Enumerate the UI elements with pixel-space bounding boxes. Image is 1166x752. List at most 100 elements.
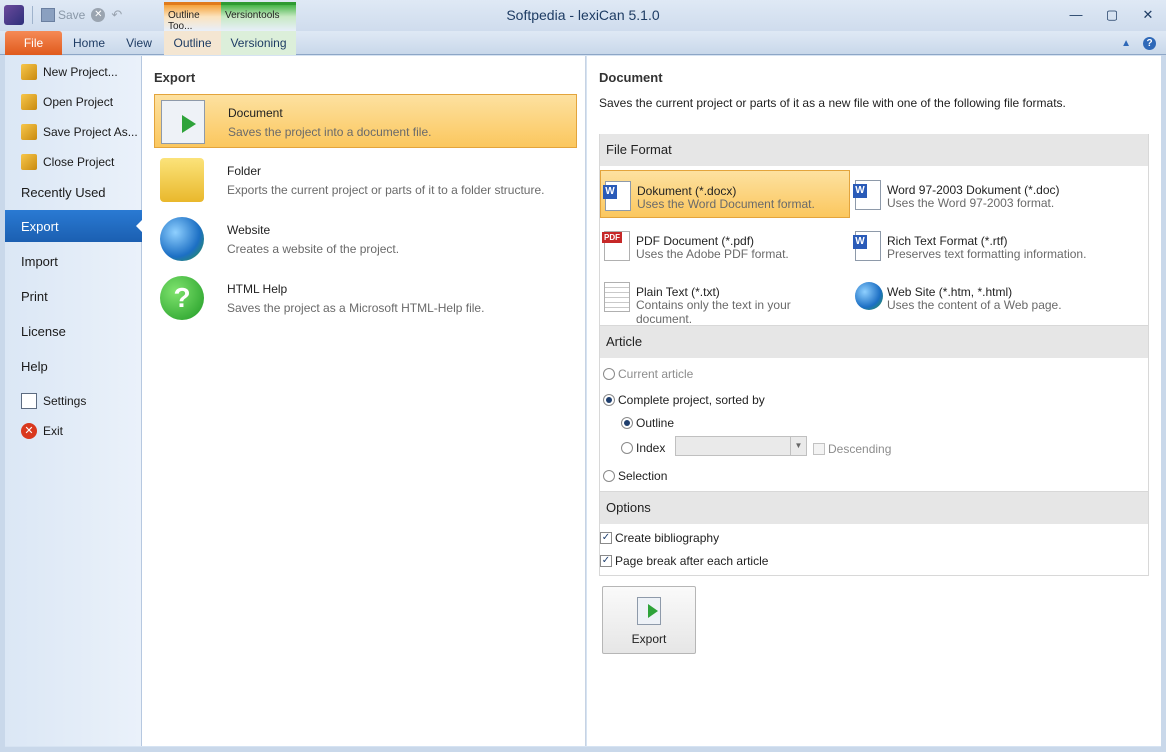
- checkbox-create-bibliography[interactable]: ✓ Create bibliography: [600, 531, 719, 545]
- export-item-desc: Creates a website of the project.: [227, 242, 400, 256]
- export-document-icon: [637, 597, 661, 625]
- format-desc: Uses the Word Document format.: [637, 197, 815, 211]
- checkbox-descending[interactable]: Descending: [813, 442, 891, 456]
- index-dropdown[interactable]: ▼: [675, 436, 807, 456]
- ribbon-right-controls: ▲ ?: [1121, 37, 1156, 50]
- nav-open-project[interactable]: Open Project: [5, 87, 142, 117]
- radio-current-article[interactable]: Current article: [603, 367, 693, 381]
- checkbox: [813, 443, 825, 455]
- radio-button: [603, 394, 615, 406]
- document-panel-title: Document: [599, 70, 663, 85]
- file-format-group: File Format Dokument (*.docx) Uses the W…: [599, 134, 1149, 326]
- format-name: Plain Text (*.txt): [636, 285, 720, 299]
- folder-icon: [160, 158, 204, 202]
- backstage-nav: New Project... Open Project Save Project…: [5, 56, 143, 746]
- radio-complete-project[interactable]: Complete project, sorted by: [603, 393, 765, 407]
- radio-sort-outline[interactable]: Outline: [621, 416, 674, 430]
- radio-button: [603, 368, 615, 380]
- nav-exit[interactable]: ✕ Exit: [5, 416, 142, 446]
- checkbox-label: Create bibliography: [615, 531, 720, 545]
- help-icon[interactable]: ?: [1143, 37, 1156, 50]
- radio-label: Outline: [636, 416, 675, 430]
- format-doc[interactable]: Word 97-2003 Dokument (*.doc) Uses the W…: [851, 170, 1101, 218]
- tab-outline[interactable]: Outline: [164, 31, 221, 55]
- export-item-website[interactable]: Website Creates a website of the project…: [154, 212, 577, 266]
- format-name: Word 97-2003 Dokument (*.doc): [887, 183, 1060, 197]
- rtf-icon: [853, 231, 881, 261]
- format-docx[interactable]: Dokument (*.docx) Uses the Word Document…: [600, 170, 850, 218]
- options-header: Options: [600, 492, 1148, 524]
- radio-button: [621, 417, 633, 429]
- nav-help[interactable]: Help: [5, 350, 142, 382]
- nav-new-project[interactable]: New Project...: [5, 57, 142, 87]
- export-item-document[interactable]: Document Saves the project into a docume…: [154, 94, 577, 148]
- export-panel-title: Export: [154, 70, 196, 85]
- new-project-icon: [21, 64, 37, 80]
- tab-home[interactable]: Home: [66, 31, 112, 55]
- nav-import[interactable]: Import: [5, 245, 142, 277]
- export-item-name: Folder: [227, 164, 262, 178]
- ribbon-tab-bar: File Home View Outline Versioning ▲ ?: [0, 31, 1166, 55]
- format-desc: Contains only the text in your document.: [636, 298, 791, 326]
- export-item-desc: Saves the project into a document file.: [228, 125, 432, 139]
- close-project-icon: [21, 154, 37, 170]
- checkbox: ✓: [600, 532, 612, 544]
- minimize-button[interactable]: —: [1068, 8, 1084, 22]
- nav-open-project-label: Open Project: [43, 95, 114, 109]
- window-title: Softpedia - lexiCan 5.1.0: [506, 7, 660, 23]
- document-options-panel: Document Saves the current project or pa…: [587, 56, 1161, 746]
- format-txt[interactable]: Plain Text (*.txt) Contains only the tex…: [600, 272, 850, 326]
- format-name: PDF Document (*.pdf): [636, 234, 755, 248]
- radio-label: Index: [636, 441, 666, 455]
- document-export-icon: [161, 100, 205, 144]
- collapse-ribbon-icon[interactable]: ▲: [1121, 38, 1131, 49]
- tab-view[interactable]: View: [118, 31, 160, 55]
- format-pdf[interactable]: PDF Document (*.pdf) Uses the Adobe PDF …: [600, 221, 850, 269]
- export-item-folder[interactable]: Folder Exports the current project or pa…: [154, 153, 577, 207]
- radio-sort-index[interactable]: Index: [621, 441, 665, 455]
- tab-file[interactable]: File: [5, 31, 62, 55]
- save-project-icon: [21, 124, 37, 140]
- format-desc: Uses the Adobe PDF format.: [636, 247, 789, 261]
- radio-selection[interactable]: Selection: [603, 469, 667, 483]
- nav-close-project[interactable]: Close Project: [5, 147, 142, 177]
- export-item-html-help[interactable]: ? HTML Help Saves the project as a Micro…: [154, 271, 577, 325]
- checkbox-page-break[interactable]: ✓ Page break after each article: [600, 554, 768, 568]
- nav-recently-used[interactable]: Recently Used: [5, 176, 142, 208]
- format-desc: Uses the content of a Web page.: [887, 298, 1062, 312]
- format-desc: Uses the Word 97-2003 format.: [887, 196, 1055, 210]
- export-type-panel: Export Document Saves the project into a…: [142, 56, 586, 746]
- nav-settings-label: Settings: [43, 394, 87, 408]
- close-button[interactable]: ✕: [1140, 8, 1156, 22]
- nav-exit-label: Exit: [43, 424, 64, 438]
- export-button[interactable]: Export: [602, 586, 696, 654]
- radio-label: Complete project, sorted by: [618, 393, 765, 407]
- file-format-header: File Format: [600, 134, 1148, 166]
- nav-export[interactable]: Export: [5, 210, 143, 242]
- nav-save-project-as-label: Save Project As...: [43, 125, 138, 139]
- radio-button: [621, 442, 633, 454]
- checkbox: ✓: [600, 555, 612, 567]
- radio-label: Current article: [618, 367, 694, 381]
- maximize-button[interactable]: ▢: [1104, 8, 1120, 22]
- help-question-icon: ?: [160, 276, 204, 320]
- exit-icon: ✕: [21, 423, 37, 439]
- export-item-desc: Saves the project as a Microsoft HTML-He…: [227, 301, 485, 315]
- tab-versioning[interactable]: Versioning: [221, 31, 296, 55]
- word-doc-icon: [603, 181, 631, 211]
- nav-print[interactable]: Print: [5, 280, 142, 312]
- nav-license[interactable]: License: [5, 315, 142, 347]
- format-html[interactable]: Web Site (*.htm, *.html) Uses the conten…: [851, 272, 1101, 320]
- open-project-icon: [21, 94, 37, 110]
- format-name: Dokument (*.docx): [637, 184, 737, 198]
- checkbox-label: Descending: [828, 442, 892, 456]
- nav-settings[interactable]: Settings: [5, 386, 142, 416]
- article-header: Article: [600, 326, 1148, 358]
- format-rtf[interactable]: Rich Text Format (*.rtf) Preserves text …: [851, 221, 1101, 269]
- chevron-down-icon: ▼: [790, 437, 806, 455]
- pdf-icon: [602, 231, 630, 261]
- export-item-name: Website: [227, 223, 271, 237]
- nav-save-project-as[interactable]: Save Project As...: [5, 117, 142, 147]
- text-file-icon: [604, 282, 630, 312]
- word-doc-icon: [853, 180, 881, 210]
